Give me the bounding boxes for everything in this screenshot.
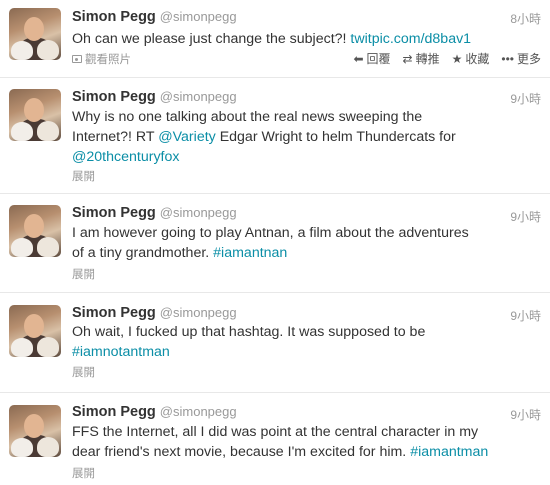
tweet-text-segment: Internet?! RT [72,129,159,145]
author-handle[interactable]: @simonpegg [160,89,237,104]
author-name[interactable]: Simon Pegg [72,9,156,25]
tweet-text: Oh can we please just change the subject… [72,29,527,49]
tweet-header: Simon Pegg @simonpegg [72,8,237,26]
view-photo-link[interactable]: 觀看照片 [72,51,131,67]
author-handle[interactable]: @simonpegg [160,404,237,419]
tweet-text-line: Why is no one talking about the real new… [72,109,423,125]
tweet-text-line: dear friend's next movie, because I'm ex… [72,442,527,462]
tweet-timestamp[interactable]: 9小時 [510,406,541,423]
retweet-label: 轉推 [415,52,440,66]
author-name[interactable]: Simon Pegg [72,404,156,420]
tweet-item[interactable]: Simon Pegg @simonpegg 9小時 Oh wait, I fuck… [0,293,550,393]
avatar[interactable] [9,405,61,457]
favorite-label: 收藏 [465,52,490,66]
tweet-text-line: of a tiny grandmother. #iamantnan [72,243,527,263]
tweet-timestamp[interactable]: 8小時 [510,10,541,27]
hashtag-link[interactable]: #iamnotantman [72,344,170,360]
tweet-text-line: #iamnotantman [72,342,527,362]
author-handle[interactable]: @simonpegg [160,9,237,24]
mention-link[interactable]: @Variety [158,129,216,145]
tweet-text-segment: Edgar Wright to helm Thundercats for [215,129,456,145]
tweet-header: Simon Pegg @simonpegg [72,403,237,421]
tweet-actions: ⬅ 回覆 ⇄ 轉推 ★ 收藏 ••• 更多 [353,50,541,67]
tweet-text-line: I am however going to play Antnan, a fil… [72,225,469,241]
expand-link[interactable]: 展開 [72,168,95,184]
more-label: 更多 [516,52,541,66]
expand-link[interactable]: 展開 [72,465,95,481]
tweet-text-line: @20thcenturyfox [72,147,527,167]
tweet-text-segment: of a tiny grandmother. [72,245,214,261]
avatar[interactable] [9,205,61,257]
mention-link[interactable]: @20thcenturyfox [72,149,179,165]
tweet-text: I am however going to play Antnan, a fil… [72,223,527,263]
tweet-item[interactable]: Simon Pegg @simonpegg 9小時 FFS the Interne… [0,393,550,485]
avatar[interactable] [9,305,61,357]
tweet-text-line: Internet?! RT @Variety Edgar Wright to h… [72,127,527,147]
tweet-header: Simon Pegg @simonpegg [72,88,237,106]
retweet-icon: ⇄ [402,51,413,66]
tweet-timeline: Simon Pegg @simonpegg 8小時 Oh can we pleas… [0,0,550,485]
tweet-text: Why is no one talking about the real new… [72,107,527,167]
reply-button[interactable]: ⬅ 回覆 [353,50,390,67]
reply-label: 回覆 [366,52,391,66]
tweet-header: Simon Pegg @simonpegg [72,304,237,322]
hashtag-link[interactable]: #iamantman [410,444,488,460]
tweet-item[interactable]: Simon Pegg @simonpegg 9小時 I am however go… [0,194,550,293]
tweet-item[interactable]: Simon Pegg @simonpegg 9小時 Why is no one t… [0,78,550,194]
author-name[interactable]: Simon Pegg [72,205,156,221]
tweet-text-line: Oh wait, I fucked up that hashtag. It wa… [72,324,426,340]
tweet-timestamp[interactable]: 9小時 [510,90,541,107]
star-icon: ★ [451,51,463,66]
author-name[interactable]: Simon Pegg [72,305,156,321]
photo-link[interactable]: twitpic.com/d8bav1 [350,31,471,47]
favorite-button[interactable]: ★ 收藏 [452,50,490,67]
more-button[interactable]: ••• 更多 [501,50,541,67]
ellipsis-icon: ••• [501,51,514,66]
photo-icon [72,55,82,63]
tweet-text: Oh wait, I fucked up that hashtag. It wa… [72,322,527,362]
expand-link[interactable]: 展開 [72,364,95,380]
author-name[interactable]: Simon Pegg [72,89,156,105]
avatar[interactable] [9,89,61,141]
avatar[interactable] [9,8,61,60]
tweet-text-segment: dear friend's next movie, because I'm ex… [72,444,411,460]
tweet-item[interactable]: Simon Pegg @simonpegg 8小時 Oh can we pleas… [0,0,550,78]
tweet-text: FFS the Internet, all I did was point at… [72,422,527,462]
hashtag-link[interactable]: #iamantnan [213,245,287,261]
reply-arrow-icon: ⬅ [353,51,364,66]
author-handle[interactable]: @simonpegg [160,305,237,320]
tweet-text-line: FFS the Internet, all I did was point at… [72,424,479,440]
retweet-button[interactable]: ⇄ 轉推 [403,50,440,67]
expand-link[interactable]: 展開 [72,266,95,282]
tweet-text-segment: Oh can we please just change the subject… [72,31,351,47]
view-photo-label: 觀看照片 [85,54,131,66]
tweet-header: Simon Pegg @simonpegg [72,204,237,222]
author-handle[interactable]: @simonpegg [160,205,237,220]
